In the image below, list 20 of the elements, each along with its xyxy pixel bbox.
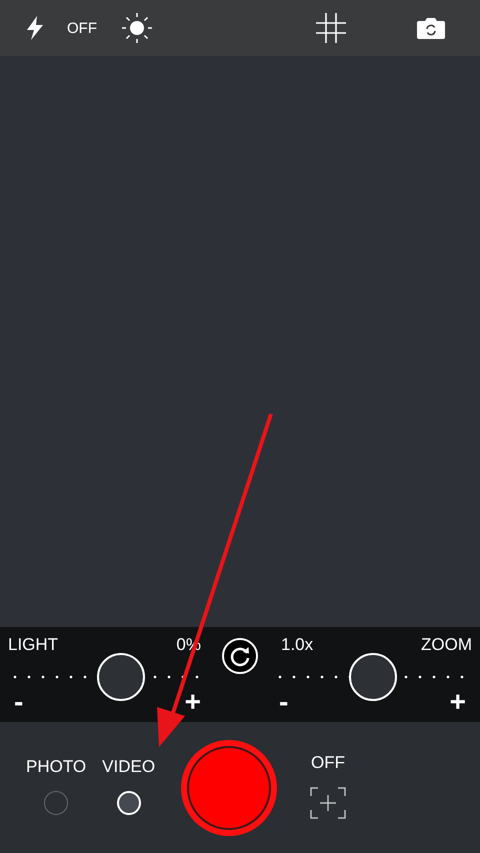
- timer-label[interactable]: OFF: [311, 752, 346, 772]
- minus-sign[interactable]: -: [14, 688, 24, 714]
- zoom-label: ZOOM: [421, 634, 472, 654]
- mode-label[interactable]: PHOTO: [26, 756, 86, 776]
- mode-label[interactable]: VIDEO: [102, 756, 156, 776]
- grid-icon[interactable]: [316, 13, 346, 43]
- brightness-icon[interactable]: [121, 12, 153, 44]
- minus-sign[interactable]: -: [279, 688, 288, 714]
- slider-thumb[interactable]: [348, 652, 396, 700]
- plus-sign[interactable]: +: [184, 688, 201, 714]
- plus-sign[interactable]: +: [450, 688, 466, 714]
- camera-switch-icon[interactable]: [416, 16, 446, 40]
- mode-radio[interactable]: [44, 790, 68, 814]
- zoom-reading: 1.0x: [281, 634, 314, 654]
- reset-icon[interactable]: [221, 637, 259, 675]
- slider-thumb[interactable]: [97, 652, 146, 700]
- flash-icon[interactable]: [25, 15, 45, 41]
- light-label: LIGHT: [8, 634, 58, 654]
- focus-icon[interactable]: [309, 786, 348, 818]
- flash-mode-label[interactable]: OFF: [67, 20, 97, 36]
